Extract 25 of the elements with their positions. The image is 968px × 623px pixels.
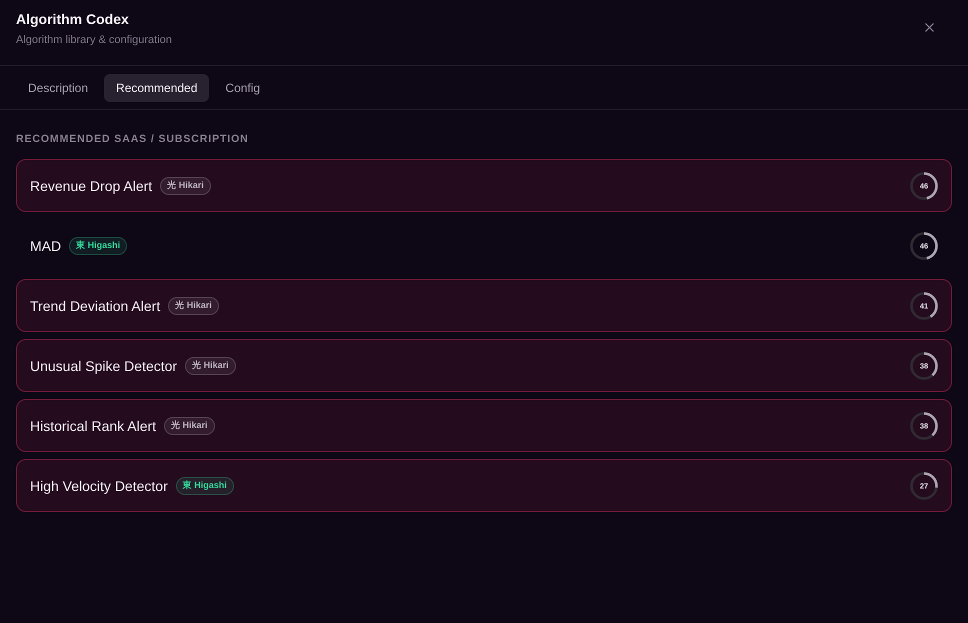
- algorithm-name: Trend Deviation Alert: [30, 298, 160, 314]
- score-ring: [910, 232, 938, 260]
- engine-tag: 東 Higashi: [69, 236, 128, 254]
- score-ring: [910, 472, 938, 500]
- score-ring: [910, 352, 938, 380]
- section-heading: RECOMMENDED SAAS / SUBSCRIPTION: [16, 132, 250, 146]
- engine-tag: 光 Hikari: [185, 356, 236, 374]
- engine-tag: 光 Hikari: [164, 416, 215, 434]
- score-ring: [910, 412, 938, 440]
- tab[interactable]: Description: [16, 74, 100, 102]
- tab[interactable]: Config: [213, 74, 272, 102]
- algorithm-name: Historical Rank Alert: [30, 418, 156, 434]
- algorithm-name: Unusual Spike Detector: [30, 358, 178, 374]
- engine-tag: 東 Higashi: [176, 476, 234, 494]
- window-title: Algorithm Codex: [16, 11, 130, 28]
- engine-tag: 光 Hikari: [160, 176, 211, 194]
- close-icon: [925, 23, 934, 32]
- score-ring: [910, 292, 938, 320]
- engine-tag: 光 Hikari: [168, 296, 219, 314]
- algorithm-name: High Velocity Detector: [30, 478, 168, 494]
- window-subtitle: Algorithm library & configuration: [16, 33, 172, 47]
- algorithm-name: Revenue Drop Alert: [30, 178, 152, 194]
- score-ring: [910, 172, 938, 200]
- tab[interactable]: Recommended: [104, 74, 210, 102]
- algorithm-name: MAD: [30, 238, 62, 254]
